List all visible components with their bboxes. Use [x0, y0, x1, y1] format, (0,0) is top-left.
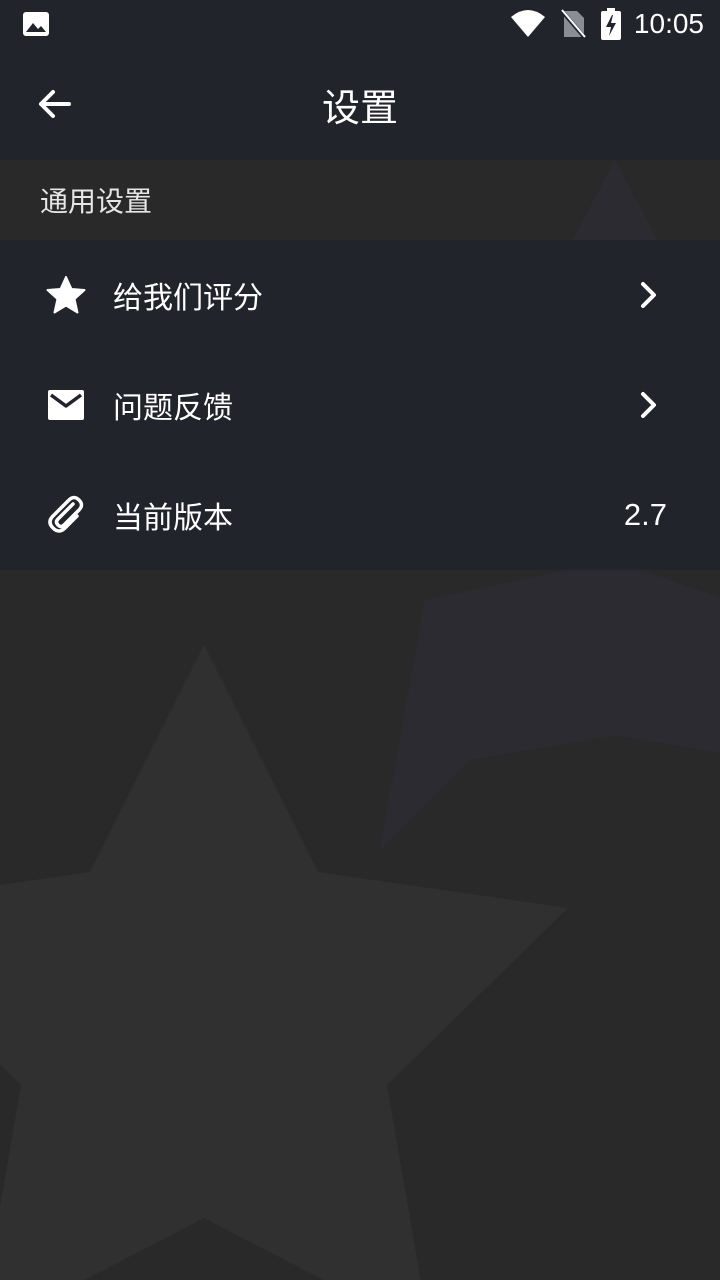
app-bar: 设置: [0, 48, 720, 160]
section-header: 通用设置: [0, 160, 720, 240]
section-title: 通用设置: [40, 185, 153, 218]
version-item: 当前版本 2.7: [0, 460, 720, 570]
rate-us-item[interactable]: 给我们评分: [0, 240, 720, 350]
chevron-right-icon: [641, 282, 656, 308]
settings-list: 给我们评分 问题反馈 当前版本 2.7: [0, 240, 720, 570]
no-sim-icon: [559, 9, 586, 39]
version-value: 2.7: [623, 497, 667, 532]
feedback-item[interactable]: 问题反馈: [0, 350, 720, 460]
arrow-left-icon: [39, 90, 71, 118]
page-title: 设置: [321, 85, 398, 130]
mail-icon: [44, 383, 88, 427]
rate-us-label: 给我们评分: [113, 281, 263, 316]
paperclip-icon: [44, 493, 88, 537]
battery-charging-icon: [600, 8, 621, 40]
version-label: 当前版本: [113, 501, 233, 536]
status-bar: 10:05: [0, 0, 720, 48]
star-icon: [44, 273, 88, 317]
feedback-label: 问题反馈: [113, 391, 233, 426]
back-button[interactable]: [26, 76, 82, 132]
gallery-icon: [23, 12, 49, 36]
chevron-right-icon: [641, 392, 656, 418]
status-time: 10:05: [633, 8, 704, 39]
wifi-icon: [510, 10, 545, 37]
